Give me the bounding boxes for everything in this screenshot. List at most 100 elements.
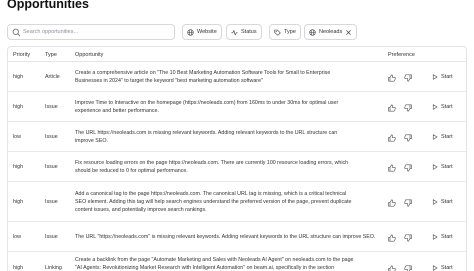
type-filter-button[interactable]: Type — [269, 24, 301, 40]
opportunity-cell: Create a comprehensive article on "The 1… — [75, 69, 385, 85]
priority-cell: low — [13, 234, 21, 240]
opportunity-text-line: should be reduced to 0 for optimal perfo… — [75, 168, 188, 174]
type-cell: Issue — [45, 199, 58, 205]
search-input[interactable] — [23, 26, 171, 38]
type-cell: Issue — [45, 234, 58, 240]
opportunity-column-header: Opportunity — [75, 52, 104, 58]
start-button[interactable]: Start — [432, 74, 453, 80]
preference-cell — [388, 104, 412, 112]
start-button-label: Start — [441, 234, 453, 240]
start-button-label: Start — [441, 74, 453, 80]
table-row[interactable]: low Issue The URL "https://neoleads.com" i… — [8, 222, 466, 252]
opportunity-cell: The URL "https://neoleads.com" is missin… — [75, 233, 385, 241]
preference-cell — [388, 199, 412, 207]
table-row[interactable]: high Article Create a comprehensive articl… — [8, 62, 466, 92]
opportunity-cell: Improve Time to Interactive on the homep… — [75, 99, 385, 115]
type-cell: Linking — [45, 265, 62, 271]
opportunity-text-line: SEO element. Adding this tag will help s… — [75, 199, 352, 205]
thumbs-up-icon[interactable] — [388, 234, 396, 242]
thumbs-up-icon[interactable] — [388, 104, 396, 112]
thumbs-up-icon[interactable] — [388, 164, 396, 172]
opportunity-text-line: The URL https://neoleads.com is missing … — [75, 130, 338, 136]
type-cell: Article — [45, 74, 60, 80]
thumbs-down-icon[interactable] — [404, 104, 412, 112]
table-row[interactable]: high Issue Add a canonical tag to the page… — [8, 182, 466, 222]
page-title: Opportunities — [7, 0, 89, 11]
status-filter-button[interactable]: Status — [226, 24, 262, 40]
activity-icon — [231, 29, 238, 35]
preference-cell — [388, 74, 412, 82]
website-filter-button[interactable]: Website — [182, 24, 222, 40]
priority-cell: high — [13, 164, 24, 170]
play-icon — [432, 265, 438, 271]
type-column-header[interactable]: Type — [45, 52, 57, 58]
thumbs-down-icon[interactable] — [404, 265, 412, 271]
start-button[interactable]: Start — [432, 104, 453, 110]
globe-icon — [187, 28, 194, 36]
thumbs-up-icon[interactable] — [388, 199, 396, 207]
table-row[interactable]: high Issue Improve Time to Interactive on … — [8, 92, 466, 122]
opportunities-table: Priority Type Opportunity Preference hig… — [7, 46, 467, 271]
start-button-label: Start — [441, 104, 453, 110]
thumbs-up-icon[interactable] — [388, 134, 396, 142]
play-icon — [432, 234, 438, 240]
search-icon — [12, 28, 21, 37]
opportunity-text-line: improve SEO. — [75, 138, 108, 144]
status-filter-label: Status — [241, 29, 257, 35]
start-button[interactable]: Start — [432, 164, 453, 170]
table-row[interactable]: high Linking Create a backlink from the pa… — [8, 252, 466, 271]
thumbs-down-icon[interactable] — [404, 164, 412, 172]
opportunity-text-line: Fix resource loading errors on the page … — [75, 160, 349, 166]
table-header: Priority Type Opportunity Preference — [8, 47, 466, 62]
neoleads-filter-chip[interactable]: Neoleads — [304, 24, 358, 40]
preference-cell — [388, 134, 412, 142]
start-button[interactable]: Start — [432, 234, 453, 240]
search-box[interactable] — [7, 24, 175, 40]
neoleads-filter-label: Neoleads — [319, 29, 343, 35]
start-button[interactable]: Start — [432, 265, 453, 271]
play-icon — [432, 104, 438, 110]
table-row[interactable]: high Issue Fix resource loading errors on … — [8, 152, 466, 182]
type-cell: Issue — [45, 164, 58, 170]
opportunity-text-line: Improve Time to Interactive on the homep… — [75, 100, 339, 106]
table-row[interactable]: low Issue The URL https://neoleads.com is … — [8, 122, 466, 152]
preference-cell — [388, 234, 412, 242]
priority-column-header[interactable]: Priority — [13, 52, 30, 58]
opportunity-text-line: experience and better performance. — [75, 108, 159, 114]
start-button[interactable]: Start — [432, 134, 453, 140]
priority-cell: high — [13, 104, 24, 110]
opportunity-text-line: The URL "https://neoleads.com" is missin… — [75, 234, 376, 240]
opportunity-text-line: Create a comprehensive article on "The 1… — [75, 70, 331, 76]
tag-icon — [274, 29, 281, 36]
website-filter-label: Website — [197, 29, 217, 35]
opportunity-cell: Create a backlink from the page "Automat… — [75, 256, 385, 271]
play-icon — [432, 74, 438, 80]
type-cell: Issue — [45, 104, 58, 110]
thumbs-down-icon[interactable] — [404, 74, 412, 82]
thumbs-down-icon[interactable] — [404, 234, 412, 242]
start-button-label: Start — [441, 199, 453, 205]
preference-column-header: Preference — [388, 52, 415, 58]
start-button[interactable]: Start — [432, 199, 453, 205]
opportunity-cell: The URL https://neoleads.com is missing … — [75, 129, 385, 145]
priority-cell: high — [13, 199, 24, 205]
opportunity-text-line: Businesses in 2024" to target the keywor… — [75, 78, 263, 84]
type-filter-label: Type — [284, 29, 296, 35]
start-button-label: Start — [441, 164, 453, 170]
play-icon — [432, 164, 438, 170]
opportunity-cell: Fix resource loading errors on the page … — [75, 159, 385, 175]
thumbs-down-icon[interactable] — [404, 134, 412, 142]
preference-cell — [388, 164, 412, 172]
thumbs-down-icon[interactable] — [404, 199, 412, 207]
opportunity-text-line: Create a backlink from the page "Automat… — [75, 257, 354, 263]
priority-cell: low — [13, 134, 21, 140]
start-button-label: Start — [441, 265, 453, 271]
preference-cell — [388, 265, 412, 271]
play-icon — [432, 134, 438, 140]
close-icon[interactable] — [345, 29, 352, 36]
thumbs-up-icon[interactable] — [388, 74, 396, 82]
opportunity-text-line: "AI Agents: Revolutionizing Market Resea… — [75, 265, 335, 271]
thumbs-up-icon[interactable] — [388, 265, 396, 271]
opportunity-text-line: Add a canonical tag to the page https://… — [75, 191, 347, 197]
opportunity-text-line: content issues, and potentially improve … — [75, 207, 207, 213]
